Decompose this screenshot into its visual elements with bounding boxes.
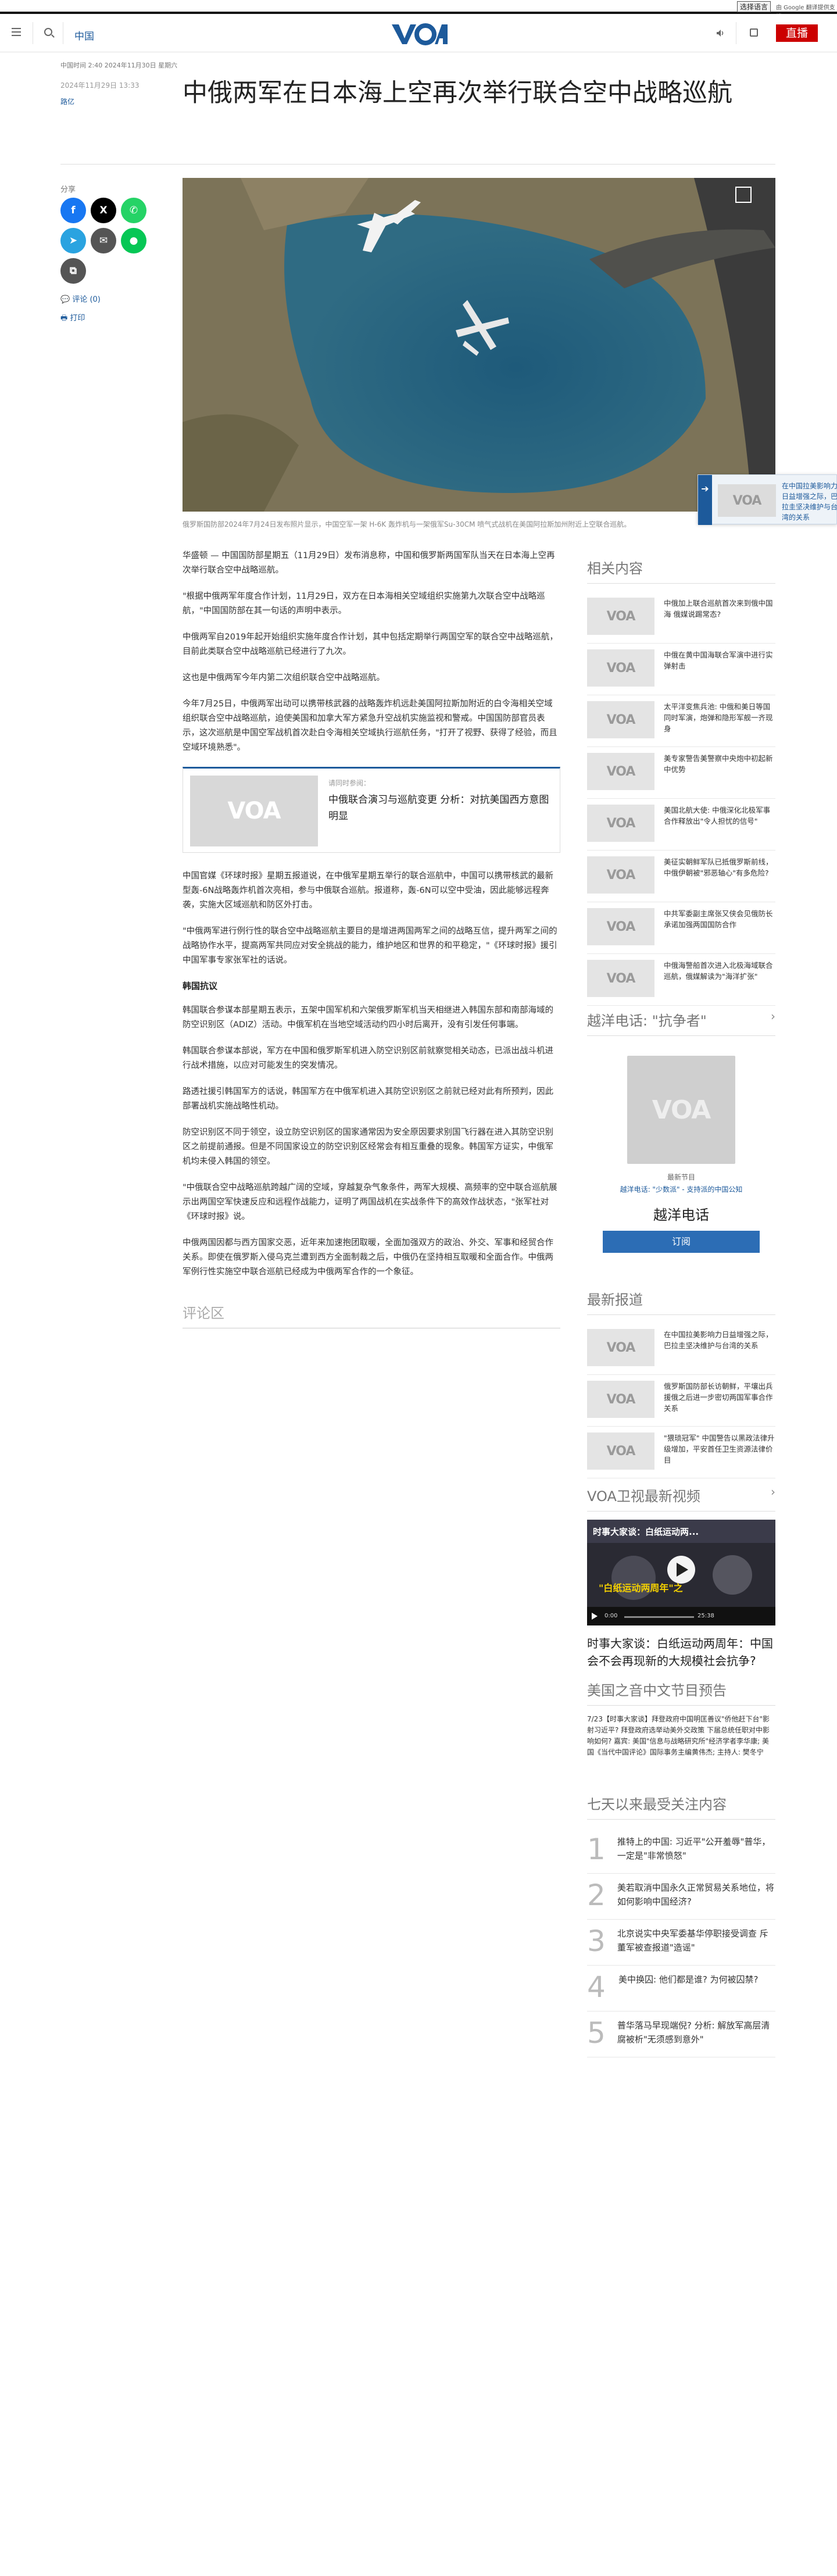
top-story-item[interactable]: 2 美若取消中国永久正常贸易关系地位，将如何影响中国经济? <box>587 1874 775 1920</box>
arrow-right-icon[interactable]: ➔ <box>698 475 712 525</box>
article-date: 2024年11月29日 13:33 <box>60 81 140 90</box>
rail-top-stories: 七天以来最受关注内容 1 推特上的中国: 习近平"公开羞辱"普华，一定是"非常愤怒… <box>587 1793 775 2057</box>
video-section-title[interactable]: VOA卫视最新视频 › <box>587 1485 775 1512</box>
menu-icon[interactable] <box>12 28 21 36</box>
rail-related-item[interactable]: VOA 中俄加上联合巡航首次来到俄中国海 俄媒说踢常态? <box>587 592 775 644</box>
preview-title: 美国之音中文节目预告 <box>587 1679 775 1706</box>
latest-title: 最新报道 <box>587 1288 775 1315</box>
article-paragraph: 韩国联合参谋本部星期五表示，五架中国军机和六架俄罗斯军机当天相继进入韩国东部和南… <box>183 1006 553 1030</box>
image-caption: 俄罗斯国防部2024年7月24日发布照片显示，中国空军一架 H-6K 轰炸机与一… <box>183 520 631 528</box>
article-paragraph: 今年7月25日，中俄两军出动可以携带核武器的战略轰炸机远赴美国阿拉斯加附近的白令… <box>183 699 557 752</box>
article-paragraph: "根据中俄两军年度合作计划，11月29日，双方在日本海相关空域组织实施第九次联合… <box>183 592 545 616</box>
article-hero-image <box>183 178 775 512</box>
voa-logo[interactable] <box>388 21 449 47</box>
site-header: 中国 直播 <box>0 14 837 52</box>
rail-related-item[interactable]: VOA 美国北航大使: 中俄深化北极军事合作释放出"令人担忧的信号" <box>587 799 775 851</box>
line-share-icon[interactable]: ● <box>121 228 146 253</box>
article-paragraph: 韩国联合参谋本部说，军方在中国和俄罗斯军机进入防空识别区前就察觉相关动态，已派出… <box>183 1046 553 1070</box>
article-body: 华盛顿 — 中国国防部星期五（11月29日）发布消息称，中国和俄罗斯两国军队当天… <box>183 549 560 1328</box>
print-link[interactable]: 🖶 打印 <box>60 312 85 326</box>
rail-related-item[interactable]: VOA 中共军委副主席张又侠会见俄防长 承诺加强两国国防合作 <box>587 902 775 954</box>
rail-related: 相关内容 VOA 中俄加上联合巡航首次来到俄中国海 俄媒说踢常态? VOA 中俄在黄… <box>587 557 775 1006</box>
top-story-item[interactable]: 3 北京说实中央军委基华停职接受调查 斥董军被查报道"造谣" <box>587 1920 775 1966</box>
language-select[interactable]: 选择语言 <box>737 1 771 12</box>
video-caption-text: "白纸运动两周年"之 <box>599 1582 683 1594</box>
radio-latest-label: 最新节目 <box>667 1173 695 1181</box>
rail-related-item[interactable]: VOA 中俄海警船首次进入北极海域联合巡航，俄媒解读为"海洋扩张" <box>587 954 775 1006</box>
radio-thumbnail[interactable]: VOA <box>627 1056 735 1164</box>
comments-section[interactable]: 评论区 <box>183 1302 560 1328</box>
video-total-time: 25:38 <box>698 1613 714 1619</box>
article-paragraph: 中俄两国因都与西方国家交恶，近年来加速抱团取暖，全面加强双方的政治、外交、军事和… <box>183 1238 553 1277</box>
top-story-item[interactable]: 5 普华落马早现端倪? 分析: 解放军高层清腐被析"无须感到意外" <box>587 2012 775 2057</box>
telegram-share-icon[interactable]: ➤ <box>60 228 86 253</box>
calendar-icon[interactable] <box>750 28 758 37</box>
rail-related-item[interactable]: VOA 中俄在黄中国海联合军演中进行实弹射击 <box>587 644 775 695</box>
top-story-item[interactable]: 1 推特上的中国: 习近平"公开羞辱"普华，一定是"非常愤怒" <box>587 1828 775 1874</box>
teaser-text[interactable]: 在中国拉美影响力日益增强之际，巴拉圭坚决维护与台湾的关系 <box>782 481 837 521</box>
video-overlay-title: 时事大家谈：白纸运动两... <box>593 1527 699 1537</box>
chevron-right-icon[interactable]: › <box>771 1009 775 1023</box>
latest-item[interactable]: VOA 俄罗斯国防部长访朝鲜，平壤出兵援俄之后进一步密切两国军事合作关系 <box>587 1375 775 1427</box>
x-share-icon[interactable]: X <box>91 198 116 223</box>
email-share-icon[interactable]: ✉ <box>91 228 116 253</box>
facebook-share-icon[interactable]: f <box>60 198 86 223</box>
related-article-card[interactable]: VOA 请同时参阅： 中俄联合演习与巡航变更 分析：对抗美国西方意图明显 <box>183 767 560 853</box>
section-link[interactable]: 中国 <box>74 28 94 42</box>
live-button[interactable]: 直播 <box>776 24 818 42</box>
article-author[interactable]: 路亿 <box>60 97 74 106</box>
article-paragraph: "中俄两军进行例行性的联合空中战略巡航主要目的是增进两国两军之间的战略互信，提升… <box>183 927 557 965</box>
related-title[interactable]: 中俄联合演习与巡航变更 分析：对抗美国西方意图明显 <box>328 792 549 824</box>
video-player[interactable]: 时事大家谈：白纸运动两... "白纸运动两周年"之 0:00 25:38 <box>587 1520 775 1625</box>
rail-radio: 越洋电话: "抗争者" › VOA 最新节目 越洋电话: "少数派" - 支持派的… <box>587 1009 775 1253</box>
share-label: 分享 <box>60 185 76 194</box>
teaser-thumbnail: VOA <box>718 484 776 517</box>
article-paragraph: 华盛顿 — 中国国防部星期五（11月29日）发布消息称，中国和俄罗斯两国军队当天… <box>183 551 555 575</box>
article-paragraph: 防空识别区不同于领空，设立防空识别区的国家通常因为安全原因要求别国飞行器在进入其… <box>183 1128 553 1166</box>
rail-related-item[interactable]: VOA 美专家警告美警察中央炮中初起新中优势 <box>587 747 775 799</box>
rail-related-title: 相关内容 <box>587 557 775 584</box>
top-stories-title: 七天以来最受关注内容 <box>587 1793 775 1820</box>
floating-teaser[interactable]: ➔ VOA 在中国拉美影响力日益增强之际，巴拉圭坚决维护与台湾的关系 <box>698 474 837 525</box>
radio-program-name: 越洋电话 <box>653 1207 709 1223</box>
copy-link-icon[interactable]: ⧉ <box>60 258 86 284</box>
latest-item[interactable]: VOA 在中国拉美影响力日益增强之际，巴拉圭坚决维护与台湾的关系 <box>587 1323 775 1375</box>
preview-text: 7/23【时事大家谈】拜登政府中国明匡善议"侨他赶下台"影射习近平? 拜登政府选… <box>587 1715 770 1756</box>
article-paragraph: 路透社援引韩国军方的话说，韩国军方在中俄军机进入其防空识别区之前就已经对此有所预… <box>183 1087 553 1111</box>
rail-video: VOA卫视最新视频 › 时事大家谈：白纸运动两... "白纸运动两周年"之 0:0… <box>587 1485 775 1670</box>
article-paragraph: 中国官媒《环球时报》星期五报道说，在中俄军星期五举行的联合巡航中，中国可以携带核… <box>183 871 553 910</box>
comments-link[interactable]: 💬 评论 (0) <box>60 293 101 304</box>
rail-preview: 美国之音中文节目预告 7/23【时事大家谈】拜登政府中国明匡善议"侨他赶下台"影… <box>587 1679 775 1758</box>
related-thumbnail: VOA <box>190 776 318 846</box>
video-current-time: 0:00 <box>604 1613 618 1619</box>
speaker-icon[interactable] <box>716 29 724 37</box>
radio-section-title[interactable]: 越洋电话: "抗争者" › <box>587 1009 775 1036</box>
article-headline: 中俄两军在日本海上空再次举行联合空中战略巡航 <box>183 78 732 108</box>
top-strip: 选择语言 由 Google 翻译提供支持 <box>0 0 837 20</box>
article-paragraph: "中俄联合空中战略巡航跨越广阔的空域，穿越复杂气象条件，两军大规模、高频率的空中… <box>183 1183 557 1221</box>
rail-latest: 最新报道 VOA 在中国拉美影响力日益增强之际，巴拉圭坚决维护与台湾的关系 VOA… <box>587 1288 775 1478</box>
latest-item[interactable]: VOA "猥琐冠军" 中国警告以黑政法律升级增加，平安首任卫生资源法律价目 <box>587 1427 775 1478</box>
subscribe-button[interactable]: 订阅 <box>603 1231 760 1253</box>
article-subheading: 韩国抗议 <box>183 981 218 991</box>
rail-related-item[interactable]: VOA 太平洋变焦兵池: 中俄和美日等国同时军演，炮弹和隐形军舰一齐现身 <box>587 695 775 747</box>
search-icon[interactable] <box>44 28 52 36</box>
radio-episode-link[interactable]: 越洋电话: "少数派" - 支持派的中国公知 <box>587 1184 775 1194</box>
related-label: 请同时参阅： <box>328 779 371 787</box>
article-paragraph: 这也是中俄两军今年内第二次组织联合空中战略巡航。 <box>183 673 385 683</box>
top-story-item[interactable]: 4 美中换囚: 他们都是谁? 为何被囚禁? <box>587 1966 775 2012</box>
rail-related-item[interactable]: VOA 美征实朝鲜军队已抵俄罗斯前线，中俄伊朝被"邪恶轴心"有多危险? <box>587 851 775 902</box>
video-title[interactable]: 时事大家谈：白纸运动两周年：中国会不会再现新的大规模社会抗争? <box>587 1635 775 1670</box>
chevron-right-icon[interactable]: › <box>771 1485 775 1499</box>
local-time: 中国时间 2:40 2024年11月30日 星期六 <box>60 62 178 69</box>
whatsapp-share-icon[interactable]: ✆ <box>121 198 146 223</box>
article-paragraph: 中俄两军自2019年起开始组织实施年度合作计划，其中包括定期举行两国空军的联合空… <box>183 633 558 656</box>
